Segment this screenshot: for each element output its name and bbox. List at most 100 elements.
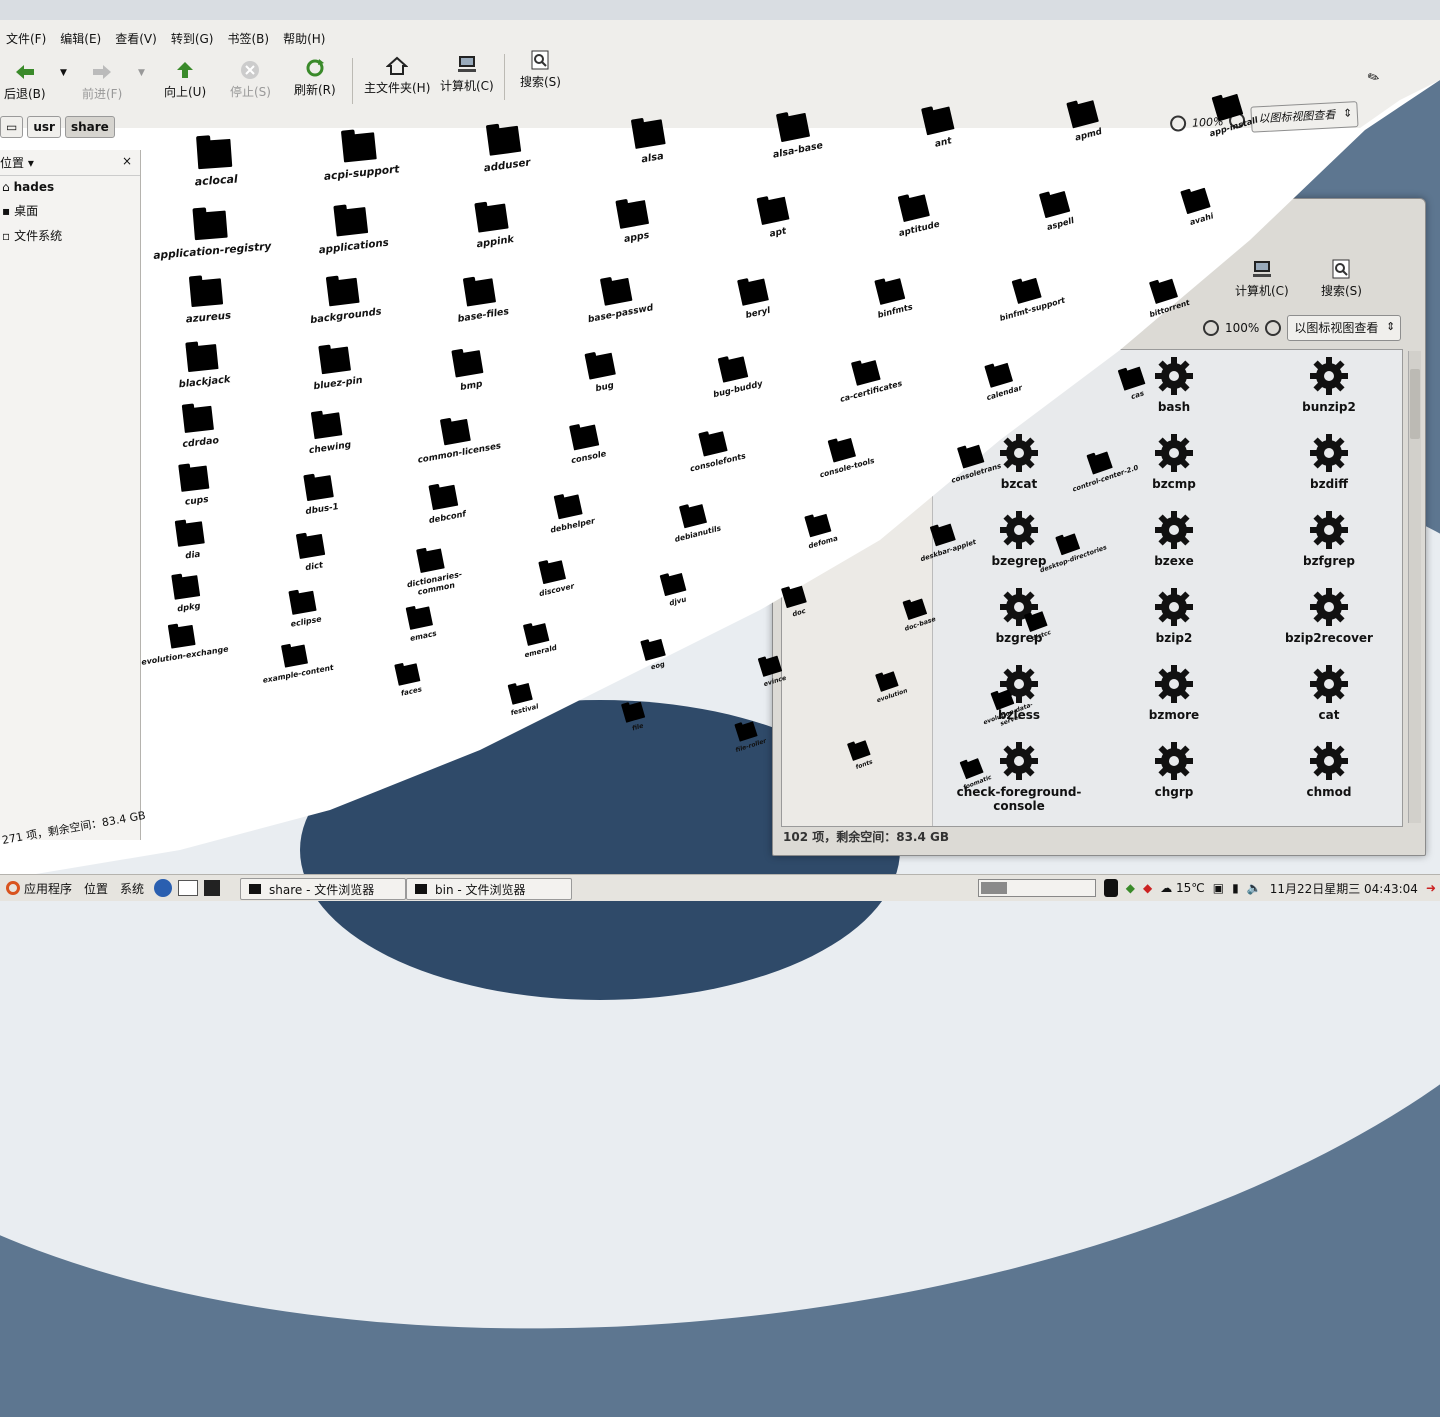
sidebar-close-icon[interactable]: ×	[122, 154, 132, 171]
taskbar-share-window[interactable]: share - 文件浏览器	[240, 878, 406, 900]
update-notifier-icon[interactable]: ◆	[1126, 881, 1135, 895]
share-file-grid[interactable]: aclocal acpi-support adduser alsa alsa-base a…	[141, 93, 1440, 860]
folder-item[interactable]: example-content	[249, 638, 342, 686]
web-browser-launcher-icon[interactable]	[154, 879, 173, 897]
folder-item[interactable]: blackjack	[143, 339, 263, 393]
menu-file[interactable]: 文件(F)	[6, 30, 46, 47]
folder-item[interactable]: consoletrans	[928, 435, 1018, 489]
folder-item[interactable]: bug	[548, 346, 656, 402]
folder-item[interactable]: application-registry	[147, 206, 276, 261]
folder-item[interactable]: eog	[613, 631, 698, 680]
folder-item[interactable]: evolution	[851, 663, 927, 711]
taskbar-bin-window[interactable]: bin - 文件浏览器	[406, 878, 572, 900]
folder-item[interactable]: base-passwd	[562, 271, 675, 329]
folder-item[interactable]: base-files	[423, 272, 540, 329]
menu-view[interactable]: 查看(V)	[115, 30, 157, 47]
path-button-usr[interactable]: usr	[27, 116, 61, 138]
workspace-switcher[interactable]	[977, 879, 1096, 897]
forward-button[interactable]: 前进(F)	[82, 62, 122, 102]
folder-item[interactable]: bittorrent	[1119, 268, 1214, 326]
home-button[interactable]: 主文件夹(H)	[364, 56, 430, 96]
system-menu[interactable]: 系统	[114, 880, 150, 897]
folder-item[interactable]: discover	[507, 552, 601, 603]
forward-history-dropdown-icon[interactable]: ▼	[138, 68, 145, 78]
menu-edit[interactable]: 编辑(E)	[60, 30, 101, 47]
folder-item[interactable]: dpkg	[136, 569, 238, 618]
folder-item[interactable]: beryl	[701, 270, 809, 328]
folder-item[interactable]: backgrounds	[284, 273, 405, 329]
logout-icon[interactable]: ➜	[1426, 881, 1436, 895]
folder-item[interactable]: binfmt-support	[979, 269, 1078, 327]
folder-item[interactable]: fonts	[823, 731, 899, 779]
folder-item[interactable]: dictionaries-common	[383, 542, 483, 603]
folder-item[interactable]: apt	[719, 189, 832, 249]
folder-item[interactable]: cdrdao	[141, 401, 257, 454]
applications-menu[interactable]: 应用程序	[0, 880, 78, 897]
folder-item[interactable]: aspell	[1005, 181, 1109, 241]
back-button[interactable]: 后退(B)	[4, 62, 46, 102]
sidebar-item-home[interactable]: ⌂ hades	[0, 176, 140, 198]
sidebar-item-desktop[interactable]: ▪ 桌面	[0, 198, 140, 223]
volume-icon[interactable]: 🔈	[1247, 881, 1262, 895]
weather-applet[interactable]: ☁ 15℃	[1160, 881, 1205, 895]
folder-item[interactable]: ca-certificates	[818, 351, 917, 408]
folder-item[interactable]: cas	[1089, 356, 1179, 412]
up-button[interactable]: 向上(U)	[164, 60, 206, 100]
folder-item[interactable]: aclocal	[149, 136, 282, 192]
share-window[interactable]: 文件(F) 编辑(E) 查看(V) 转到(G) 书签(B) 帮助(H) 后退(B…	[0, 20, 1440, 880]
folder-item[interactable]: console	[534, 417, 637, 472]
folder-item[interactable]: evolution-data-server	[967, 680, 1046, 736]
back-history-dropdown-icon[interactable]: ▼	[60, 68, 67, 78]
path-button-share[interactable]: share	[64, 116, 115, 138]
stop-button[interactable]: 停止(S)	[230, 60, 271, 100]
folder-item[interactable]: file	[595, 694, 675, 741]
path-toggle-button[interactable]: ▭	[0, 116, 24, 138]
folder-item[interactable]: binfmts	[840, 269, 944, 327]
sidebar-item-filesystem[interactable]: ▫ 文件系统	[0, 223, 140, 248]
folder-item[interactable]: defoma	[775, 505, 865, 558]
folder-item[interactable]: cups	[139, 460, 250, 512]
sidebar-title[interactable]: 位置 ▾	[0, 154, 34, 171]
folder-item[interactable]: debianutils	[648, 495, 742, 548]
folder-item[interactable]: azureus	[145, 274, 269, 328]
folder-item[interactable]: consolefonts	[666, 423, 765, 478]
battery-icon[interactable]: ▮	[1232, 881, 1239, 895]
folder-item[interactable]: foomatic	[936, 749, 1012, 799]
folder-item[interactable]: deskbar-applet	[903, 514, 988, 566]
folder-item[interactable]: file-roller	[710, 713, 786, 759]
folder-item[interactable]: festival	[480, 675, 565, 723]
folder-item[interactable]: faces	[364, 657, 453, 705]
reload-button[interactable]: 刷新(R)	[294, 58, 336, 98]
folder-item[interactable]: apps	[575, 193, 692, 252]
folder-item[interactable]: evince	[732, 647, 812, 695]
network-icon[interactable]: ◆	[1143, 881, 1152, 895]
folder-item[interactable]: control-center-2.0	[1059, 441, 1144, 494]
menu-help[interactable]: 帮助(H)	[283, 30, 325, 47]
mail-launcher-icon[interactable]	[178, 880, 199, 896]
menu-bookmarks[interactable]: 书签(B)	[227, 30, 269, 47]
folder-item[interactable]: bluez-pin	[278, 341, 394, 396]
trash-icon[interactable]	[1103, 879, 1118, 897]
folder-item[interactable]: appink	[432, 197, 553, 255]
folder-item[interactable]: bmp	[413, 343, 525, 399]
folder-item[interactable]: console-tools	[797, 429, 891, 484]
folder-item[interactable]: bug-buddy	[683, 348, 787, 405]
places-menu[interactable]: 位置	[78, 880, 114, 897]
folder-item[interactable]: applications	[289, 202, 414, 259]
folder-item[interactable]: djvu	[630, 565, 720, 616]
folder-item[interactable]: debconf	[393, 478, 496, 531]
folder-item[interactable]: doc	[754, 577, 839, 628]
folder-item[interactable]: dbus-1	[266, 469, 373, 521]
folder-item[interactable]: calendar	[954, 353, 1049, 409]
display-icon[interactable]: ▣	[1213, 881, 1224, 895]
folder-item[interactable]: desktop-directories	[1030, 524, 1110, 575]
folder-item[interactable]: emerald	[493, 615, 582, 665]
folder-item[interactable]: avahi	[1148, 177, 1247, 237]
folder-item[interactable]: common-licenses	[403, 412, 511, 466]
folder-item[interactable]: dict	[261, 528, 364, 579]
menu-go[interactable]: 转到(G)	[171, 30, 214, 47]
folder-item[interactable]: debhelper	[521, 486, 620, 539]
clock[interactable]: 11月22日星期三 04:43:04	[1270, 880, 1418, 897]
search-button[interactable]: 搜索(S)	[520, 50, 561, 90]
workspace-active[interactable]	[980, 882, 1007, 894]
